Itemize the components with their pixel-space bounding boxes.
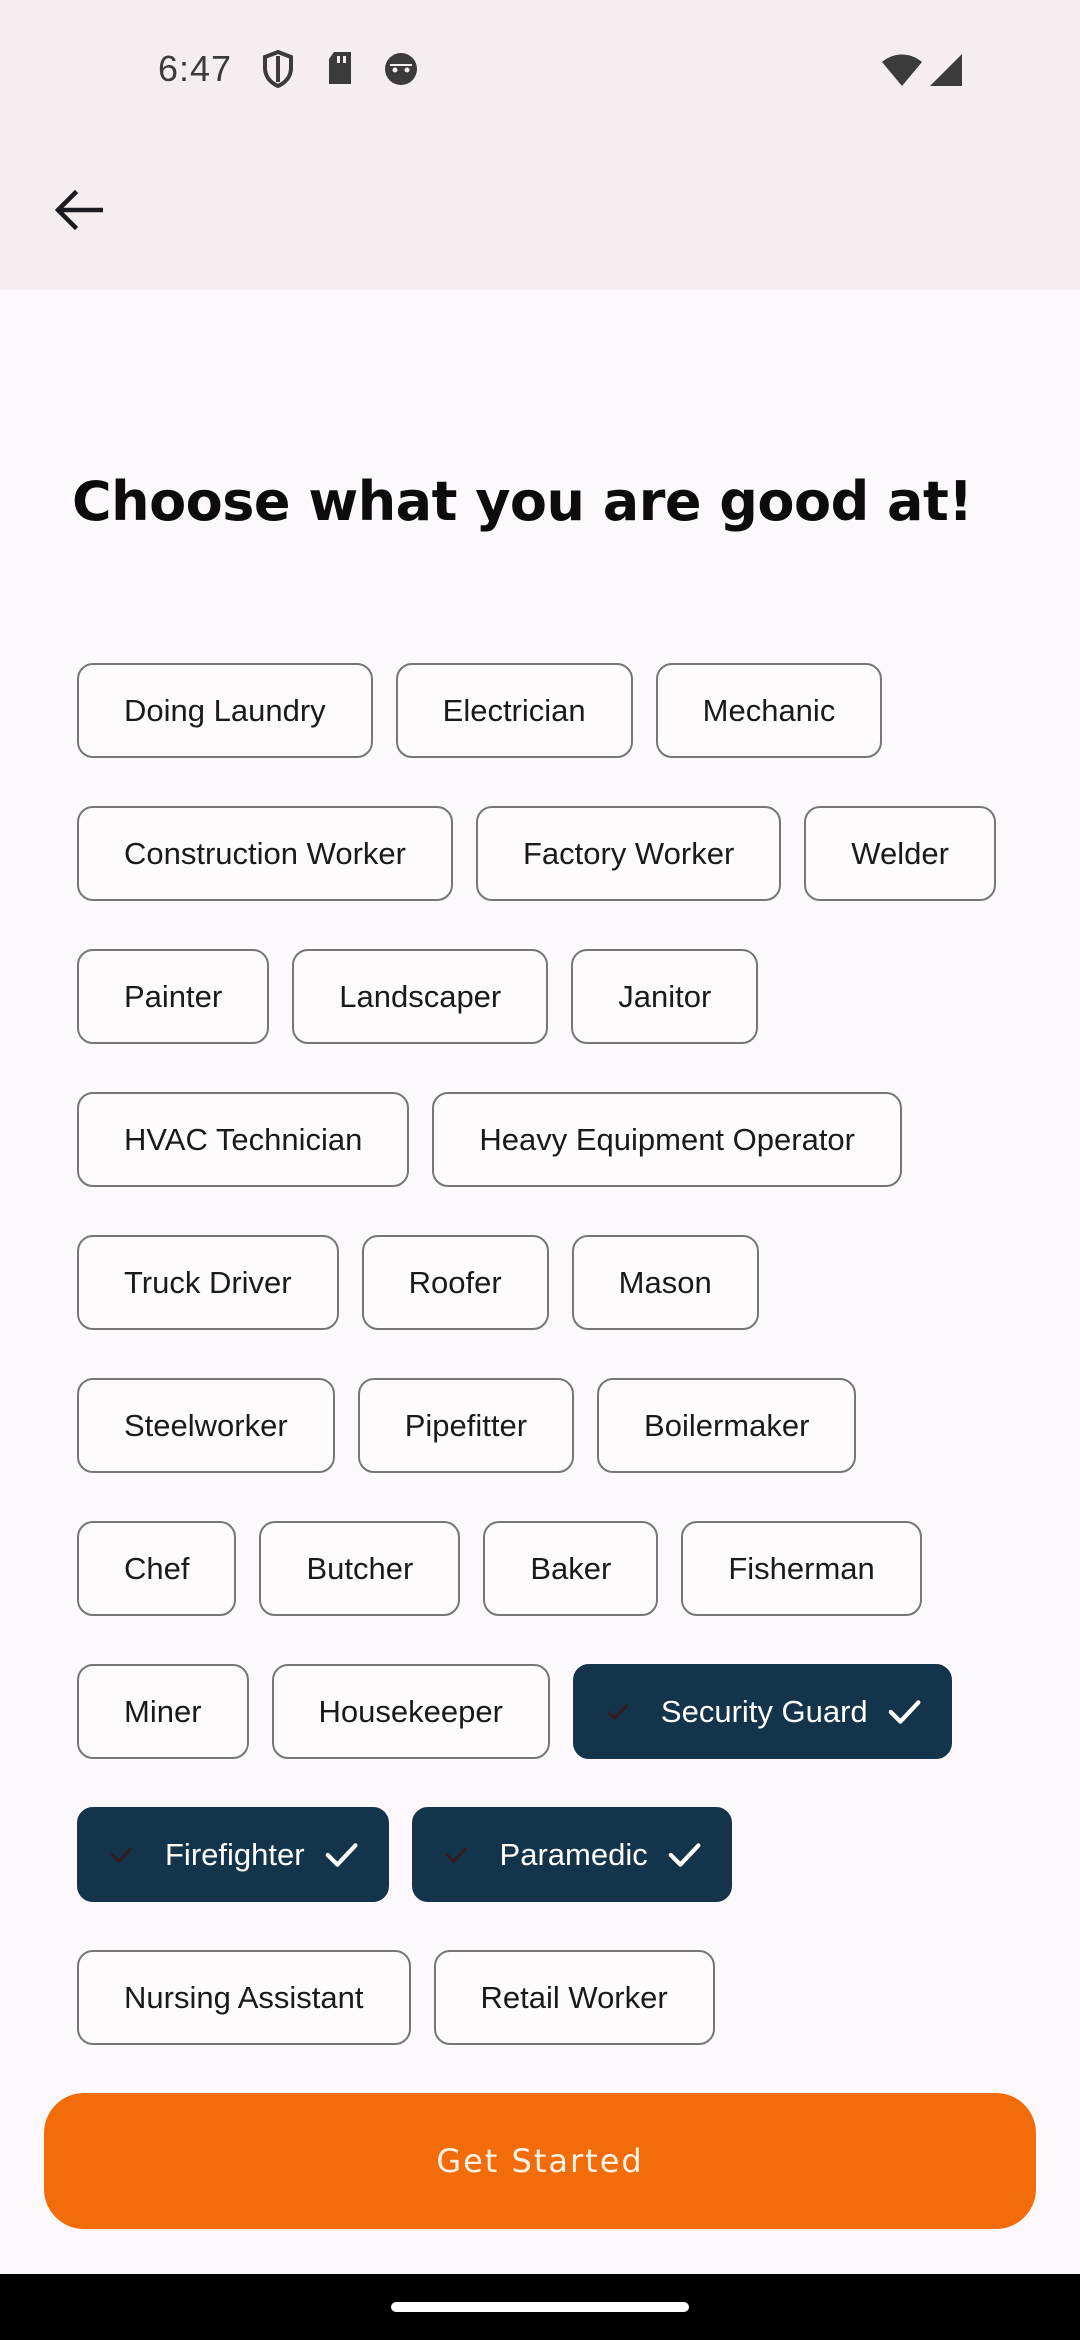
skill-chip-label: HVAC Technician bbox=[124, 1121, 363, 1157]
skill-chip-label: Pipefitter bbox=[404, 1407, 528, 1443]
wifi-icon bbox=[880, 52, 924, 93]
skill-chip-electrician[interactable]: Electrician bbox=[395, 663, 633, 758]
skill-chip-construction-worker[interactable]: Construction Worker bbox=[77, 806, 453, 901]
skill-chip-label: Fisherman bbox=[728, 1550, 875, 1586]
check-icon bbox=[109, 1843, 133, 1867]
skill-chip-label: Security Guard bbox=[660, 1693, 868, 1729]
skill-chip-nursing-assistant[interactable]: Nursing Assistant bbox=[77, 1950, 411, 2045]
skill-chip-label: Housekeeper bbox=[318, 1693, 503, 1729]
skill-chip-label: Heavy Equipment Operator bbox=[479, 1121, 855, 1157]
skill-chip-label: Mason bbox=[618, 1264, 712, 1300]
skill-chip-label: Baker bbox=[530, 1550, 612, 1586]
check-icon bbox=[444, 1843, 468, 1867]
skill-chip-label: Landscaper bbox=[339, 978, 502, 1014]
skill-chip-housekeeper[interactable]: Housekeeper bbox=[271, 1664, 550, 1759]
skill-chip-mason[interactable]: Mason bbox=[571, 1235, 759, 1330]
skill-chip-label: Truck Driver bbox=[124, 1264, 292, 1300]
get-started-button[interactable]: Get Started bbox=[44, 2093, 1036, 2229]
skill-chip-roofer[interactable]: Roofer bbox=[361, 1235, 549, 1330]
skill-chip-label: Steelworker bbox=[124, 1407, 288, 1443]
skill-chip-label: Nursing Assistant bbox=[124, 1979, 364, 2015]
skill-chip-firefighter[interactable]: Firefighter bbox=[77, 1807, 389, 1902]
cellular-signal-icon bbox=[928, 52, 964, 93]
skill-chip-label: Construction Worker bbox=[124, 835, 406, 871]
skill-chip-label: Roofer bbox=[408, 1264, 502, 1300]
skill-chip-steelworker[interactable]: Steelworker bbox=[77, 1378, 335, 1473]
skill-chip-miner[interactable]: Miner bbox=[77, 1664, 249, 1759]
back-button[interactable] bbox=[40, 172, 116, 248]
skill-chip-label: Doing Laundry bbox=[124, 692, 326, 728]
skill-chip-label: Factory Worker bbox=[522, 835, 735, 871]
skill-chip-baker[interactable]: Baker bbox=[483, 1521, 659, 1616]
skill-chip-label: Mechanic bbox=[702, 692, 836, 728]
skill-chip-landscaper[interactable]: Landscaper bbox=[292, 949, 549, 1044]
skill-chip-label: Retail Worker bbox=[480, 1979, 668, 2015]
skill-chip-heavy-equipment-operator[interactable]: Heavy Equipment Operator bbox=[432, 1092, 902, 1187]
checkmark-icon bbox=[666, 1837, 702, 1873]
skill-chip-pipefitter[interactable]: Pipefitter bbox=[357, 1378, 575, 1473]
skill-chip-label: Paramedic bbox=[499, 1836, 648, 1872]
skill-chip-welder[interactable]: Welder bbox=[804, 806, 996, 901]
skill-chip-fisherman[interactable]: Fisherman bbox=[681, 1521, 922, 1616]
skill-chip-security-guard[interactable]: Security Guard bbox=[572, 1664, 952, 1759]
skill-chip-label: Firefighter bbox=[165, 1836, 305, 1872]
checkmark-icon bbox=[886, 1694, 922, 1730]
skill-chip-group: Doing Laundry Electrician Mechanic Construc… bbox=[77, 663, 1017, 2045]
status-bar: 6:47 bbox=[0, 0, 1080, 140]
skill-chip-hvac-technician[interactable]: HVAC Technician bbox=[77, 1092, 410, 1187]
skill-chip-label: Electrician bbox=[442, 692, 586, 728]
status-time: 6:47 bbox=[158, 48, 233, 89]
arrow-left-icon bbox=[54, 190, 103, 230]
skill-chip-retail-worker[interactable]: Retail Worker bbox=[433, 1950, 715, 2045]
skill-chip-janitor[interactable]: Janitor bbox=[571, 949, 759, 1044]
skill-chip-truck-driver[interactable]: Truck Driver bbox=[77, 1235, 339, 1330]
skill-chip-butcher[interactable]: Butcher bbox=[259, 1521, 461, 1616]
check-icon bbox=[605, 1700, 629, 1724]
skill-chip-painter[interactable]: Painter bbox=[77, 949, 270, 1044]
shield-icon bbox=[262, 49, 294, 93]
skill-chip-mechanic[interactable]: Mechanic bbox=[655, 663, 883, 758]
skill-chip-label: Miner bbox=[124, 1693, 202, 1729]
app-bar bbox=[0, 140, 1080, 290]
skill-chip-paramedic[interactable]: Paramedic bbox=[411, 1807, 732, 1902]
skill-chip-boilermaker[interactable]: Boilermaker bbox=[597, 1378, 857, 1473]
face-icon bbox=[382, 50, 420, 93]
skill-chip-label: Butcher bbox=[306, 1550, 414, 1586]
skill-chip-label: Boilermaker bbox=[644, 1407, 810, 1443]
skill-chip-chef[interactable]: Chef bbox=[77, 1521, 237, 1616]
skill-chip-doing-laundry[interactable]: Doing Laundry bbox=[77, 663, 373, 758]
sd-card-icon bbox=[326, 50, 354, 91]
skill-chip-factory-worker[interactable]: Factory Worker bbox=[475, 806, 782, 901]
skill-chip-label: Janitor bbox=[618, 978, 712, 1014]
skill-chip-label: Welder bbox=[851, 835, 949, 871]
skill-chip-label: Painter bbox=[124, 978, 223, 1014]
home-indicator[interactable] bbox=[391, 2302, 689, 2312]
skill-chip-label: Chef bbox=[124, 1550, 190, 1586]
checkmark-icon bbox=[323, 1837, 359, 1873]
page-title: Choose what you are good at! bbox=[72, 470, 973, 533]
